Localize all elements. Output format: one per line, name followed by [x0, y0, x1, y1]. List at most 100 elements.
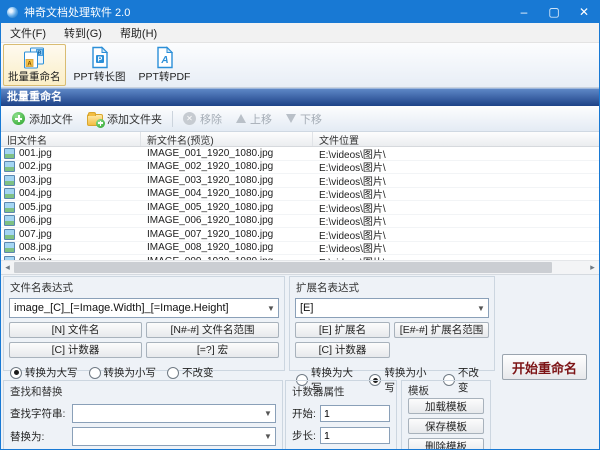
- chevron-down-icon: ▼: [264, 304, 278, 313]
- new-file-name: IMAGE_008_1920_1080.jpg: [141, 242, 313, 253]
- old-file-name: 001.jpg: [19, 148, 52, 159]
- group-label: 模板: [402, 381, 490, 398]
- insert-extension-range-button[interactable]: [E#-#] 扩展名范围: [394, 322, 489, 338]
- old-file-name: 005.jpg: [19, 202, 52, 213]
- file-location: E:\videos\图片\: [313, 254, 599, 260]
- add-file-button[interactable]: 添加文件: [5, 109, 80, 129]
- replace-with-combo[interactable]: ▼: [72, 427, 276, 446]
- radio-icon: [10, 367, 22, 379]
- ppt-to-long-image-icon: P: [90, 46, 110, 69]
- start-rename-button[interactable]: 开始重命名: [502, 354, 587, 380]
- extension-expression-group: 扩展名表达式 [E] ▼ [E] 扩展名 [E#-#] 扩展名范围 [C] 计数…: [289, 276, 495, 371]
- tool-ppt-to-long-image[interactable]: P PPT转长图: [69, 44, 131, 86]
- batch-rename-icon: B A: [21, 46, 47, 69]
- image-file-icon: [4, 256, 15, 260]
- group-label: 文件名表达式: [4, 277, 284, 296]
- tool-batch-rename[interactable]: B A 批量重命名: [3, 44, 66, 86]
- image-file-icon: [4, 161, 15, 172]
- chevron-down-icon: ▼: [261, 409, 275, 418]
- group-label: 扩展名表达式: [290, 277, 494, 296]
- radio-icon: [167, 367, 179, 379]
- maximize-button[interactable]: ▢: [539, 1, 569, 23]
- menu-file[interactable]: 文件(F): [1, 23, 55, 42]
- tool-ppt-to-pdf[interactable]: A PPT转PDF: [134, 44, 196, 86]
- tool-label: PPT转PDF: [139, 69, 191, 84]
- old-file-name: 003.jpg: [19, 175, 52, 186]
- image-file-icon: [4, 202, 15, 213]
- app-icon: [7, 7, 18, 18]
- old-file-name: 008.jpg: [19, 242, 52, 253]
- main-toolbar: B A 批量重命名 P PPT转长图: [1, 43, 599, 88]
- delete-template-button[interactable]: 删除模板: [408, 438, 484, 450]
- load-template-button[interactable]: 加载模板: [408, 398, 484, 414]
- image-file-icon: [4, 229, 15, 240]
- find-label: 查找字符串:: [10, 406, 72, 421]
- title-bar: 神奇文档处理软件 2.0 – ▢ ✕: [1, 1, 599, 23]
- file-table: 旧文件名 新文件名(预览) 文件位置 001.jpgIMAGE_001_1920…: [1, 132, 599, 275]
- templates-group: 模板 加载模板 保存模板 删除模板: [401, 380, 491, 450]
- app-window: 神奇文档处理软件 2.0 – ▢ ✕ 文件(F) 转到(G) 帮助(H) B A: [0, 0, 600, 450]
- column-header-old-name[interactable]: 旧文件名: [1, 132, 141, 146]
- radio-filename-uppercase[interactable]: 转换为大写: [10, 365, 78, 380]
- old-file-name: 002.jpg: [19, 161, 52, 172]
- insert-extension-button[interactable]: [E] 扩展名: [295, 322, 390, 338]
- scroll-right-icon[interactable]: ▸: [586, 261, 599, 274]
- column-header-new-name[interactable]: 新文件名(预览): [141, 132, 313, 146]
- insert-counter-button[interactable]: [C] 计数器: [9, 342, 142, 358]
- add-folder-button[interactable]: 添加文件夹: [80, 109, 169, 129]
- section-header: 批量重命名: [1, 88, 599, 106]
- close-button[interactable]: ✕: [569, 1, 599, 23]
- insert-ext-counter-button[interactable]: [C] 计数器: [295, 342, 390, 358]
- new-file-name: IMAGE_005_1920_1080.jpg: [141, 202, 313, 213]
- insert-filename-range-button[interactable]: [N#-#] 文件名范围: [146, 322, 279, 338]
- move-up-button[interactable]: 上移: [229, 109, 279, 129]
- new-file-name: IMAGE_004_1920_1080.jpg: [141, 188, 313, 199]
- extension-expression-combo[interactable]: [E] ▼: [295, 298, 489, 318]
- remove-button[interactable]: 移除: [176, 109, 229, 129]
- chevron-down-icon: ▼: [261, 432, 275, 441]
- minimize-button[interactable]: –: [509, 1, 539, 23]
- window-title: 神奇文档处理软件 2.0: [24, 4, 130, 20]
- add-folder-icon: [87, 112, 103, 126]
- menu-bar: 文件(F) 转到(G) 帮助(H): [1, 23, 599, 43]
- ppt-to-pdf-icon: A: [155, 46, 175, 69]
- old-file-name: 004.jpg: [19, 188, 52, 199]
- column-header-location[interactable]: 文件位置: [313, 132, 599, 146]
- svg-text:A: A: [160, 55, 168, 66]
- group-label: 计数器属性: [286, 381, 396, 400]
- arrow-up-icon: [236, 114, 246, 123]
- counter-start-input[interactable]: [320, 405, 390, 422]
- image-file-icon: [4, 148, 15, 159]
- scrollbar-thumb[interactable]: [14, 262, 552, 273]
- table-row[interactable]: 009.jpgIMAGE_009_1920_1080.jpgE:\videos\…: [1, 255, 599, 260]
- svg-text:P: P: [97, 57, 102, 64]
- save-template-button[interactable]: 保存模板: [408, 418, 484, 434]
- insert-macro-button[interactable]: [=?] 宏: [146, 342, 279, 358]
- image-file-icon: [4, 175, 15, 186]
- menu-help[interactable]: 帮助(H): [111, 23, 166, 42]
- radio-icon: [89, 367, 101, 379]
- chevron-down-icon: ▼: [474, 304, 488, 313]
- find-replace-group: 查找和替换 查找字符串: ▼ 替换为: ▼ 区分大小写: [3, 380, 283, 450]
- move-down-button[interactable]: 下移: [279, 109, 329, 129]
- find-string-combo[interactable]: ▼: [72, 404, 276, 423]
- remove-icon: [183, 112, 196, 125]
- old-file-name: 007.jpg: [19, 229, 52, 240]
- lower-panels: 文件名表达式 image_[C]_[=Image.Width]_[=Image.…: [1, 275, 599, 450]
- counter-start-label: 开始:: [292, 406, 320, 421]
- image-file-icon: [4, 215, 15, 226]
- table-header: 旧文件名 新文件名(预览) 文件位置: [1, 132, 599, 147]
- filename-expression-combo[interactable]: image_[C]_[=Image.Width]_[=Image.Height]…: [9, 298, 279, 318]
- counter-step-input[interactable]: [320, 427, 390, 444]
- scroll-left-icon[interactable]: ◂: [1, 261, 14, 274]
- image-file-icon: [4, 188, 15, 199]
- counter-step-label: 步长:: [292, 428, 320, 443]
- tool-label: 批量重命名: [8, 69, 61, 84]
- radio-filename-nochange[interactable]: 不改变: [167, 365, 214, 380]
- radio-filename-lowercase[interactable]: 转换为小写: [89, 365, 157, 380]
- toolbar-separator: [172, 111, 173, 127]
- insert-filename-button[interactable]: [N] 文件名: [9, 322, 142, 338]
- menu-goto[interactable]: 转到(G): [55, 23, 111, 42]
- new-file-name: IMAGE_009_1920_1080.jpg: [141, 256, 313, 260]
- horizontal-scrollbar[interactable]: ◂ ▸: [1, 260, 599, 274]
